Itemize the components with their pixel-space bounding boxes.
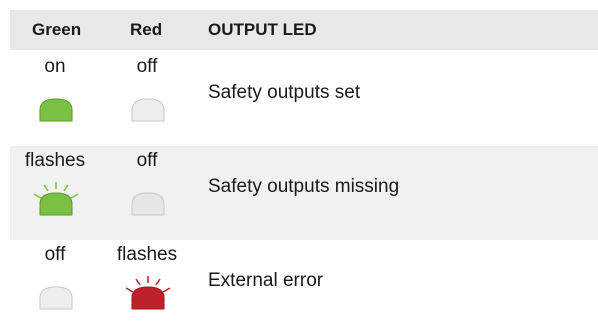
header-output-led: OUTPUT LED <box>208 20 317 39</box>
status-description: External error <box>208 270 324 291</box>
red-led-off-icon <box>128 188 168 216</box>
green-state-label: on <box>44 56 66 77</box>
table-row: off flashes External error <box>10 240 598 334</box>
red-led-flash-icon <box>125 276 171 310</box>
red-state-label: off <box>136 56 158 77</box>
red-state-label: off <box>136 150 158 171</box>
green-state-label: off <box>44 244 66 265</box>
header-green: Green <box>32 20 82 39</box>
green-led-on-icon <box>36 94 76 122</box>
table-header: Green Red OUTPUT LED <box>10 10 598 50</box>
header-red: Red <box>130 20 163 39</box>
table-row: flashes off Safety outputs missing <box>10 146 598 240</box>
status-description: Safety outputs set <box>208 82 361 103</box>
green-state-label: flashes <box>24 150 86 171</box>
table-row: on off Safety outputs set <box>10 52 598 146</box>
green-led-flash-icon <box>33 182 79 216</box>
status-description: Safety outputs missing <box>208 176 400 197</box>
red-state-label: flashes <box>116 244 178 265</box>
red-led-off-icon <box>128 94 168 122</box>
green-led-off-icon <box>36 282 76 310</box>
